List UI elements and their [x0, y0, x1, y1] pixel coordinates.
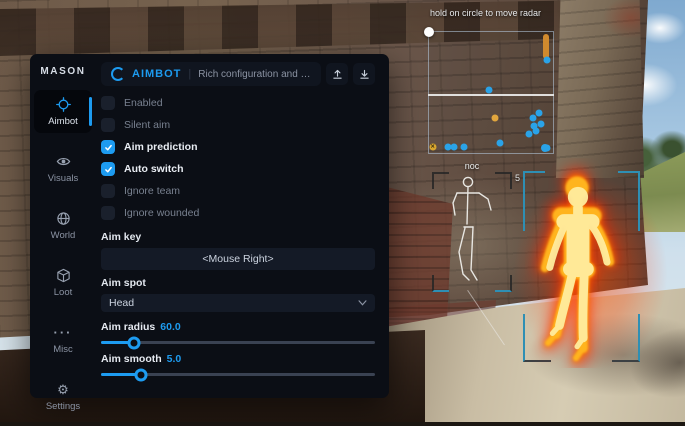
- checkbox[interactable]: [101, 184, 115, 198]
- eye-icon: [56, 154, 71, 169]
- slider-group: Aim smooth 5.0: [101, 353, 375, 376]
- import-config-button[interactable]: [353, 63, 375, 85]
- slider-value: 5.0: [167, 353, 182, 365]
- skeleton-esp-box: noc 5: [432, 172, 512, 292]
- checkmark-icon: [104, 143, 113, 152]
- crate-icon: [56, 268, 71, 283]
- checkbox-label: Ignore wounded: [124, 207, 199, 219]
- checkmark-icon: [104, 165, 113, 174]
- page-title: AIMBOT: [132, 68, 181, 80]
- sidebar-item-visuals[interactable]: Visuals: [34, 147, 92, 190]
- sidebar: MASON Aimbot Visuals World Loot ··· Misc…: [30, 54, 96, 398]
- download-icon: [358, 68, 371, 81]
- crosshair-icon: [56, 97, 71, 112]
- page-header: AIMBOT | Rich configuration and fine-tun…: [101, 62, 375, 86]
- aim-spot-value: Head: [109, 297, 134, 309]
- gear-icon: ⚙: [57, 383, 69, 396]
- header-pill: AIMBOT | Rich configuration and fine-tun…: [101, 62, 321, 86]
- slider-handle[interactable]: [127, 336, 140, 349]
- checkbox-row[interactable]: Silent aim: [101, 118, 375, 132]
- checkbox-row[interactable]: Ignore team: [101, 184, 375, 198]
- slider-track[interactable]: [101, 341, 375, 344]
- radar: ×: [428, 31, 554, 154]
- spinner-icon: [111, 67, 125, 81]
- glowing-player-model: [525, 158, 645, 368]
- checkbox-row[interactable]: Aim prediction: [101, 140, 375, 154]
- sidebar-item-label: Aimbot: [48, 116, 78, 127]
- aimbot-page: AIMBOT | Rich configuration and fine-tun…: [96, 54, 389, 398]
- sidebar-item-settings[interactable]: ⚙ Settings: [34, 375, 92, 418]
- cheat-menu-panel: MASON Aimbot Visuals World Loot ··· Misc…: [30, 54, 389, 398]
- ellipsis-icon: ···: [54, 326, 73, 339]
- chevron-down-icon: [358, 300, 367, 306]
- radar-dot-blue: [530, 114, 537, 121]
- sidebar-item-label: Settings: [46, 401, 80, 412]
- esp-head-dot: [541, 144, 549, 152]
- aim-key-label: Aim key: [101, 231, 375, 243]
- aim-spot-select[interactable]: Head: [101, 294, 375, 312]
- slider-list: Aim radius 60.0 Aim smooth 5.0: [101, 312, 375, 376]
- checkbox-row[interactable]: Enabled: [101, 96, 375, 110]
- globe-icon: [56, 211, 71, 226]
- esp-player-name: noc: [432, 161, 512, 171]
- radar-dot-blue: [485, 87, 492, 94]
- brand-name: MASON: [40, 66, 85, 77]
- radar-dot-blue: [532, 128, 539, 135]
- sidebar-item-label: Visuals: [48, 173, 78, 184]
- sidebar-item-misc[interactable]: ··· Misc: [34, 318, 92, 361]
- game-scene: hold on circle to move radar × noc 5: [0, 0, 685, 422]
- checkbox-row[interactable]: Auto switch: [101, 162, 375, 176]
- upload-icon: [331, 68, 344, 81]
- radar-hint: hold on circle to move radar: [430, 8, 541, 18]
- radar-dot-orange: [491, 114, 498, 121]
- radar-dot-blue: [460, 143, 467, 150]
- checkbox[interactable]: [101, 96, 115, 110]
- checkbox[interactable]: [101, 140, 115, 154]
- slider-label: Aim smooth: [101, 353, 162, 365]
- checkbox-label: Aim prediction: [124, 141, 198, 153]
- slider-track[interactable]: [101, 373, 375, 376]
- sidebar-nav: Aimbot Visuals World Loot ··· Misc ⚙ Set…: [30, 90, 96, 418]
- slider-label: Aim radius: [101, 321, 155, 333]
- esp-distance: 5: [515, 173, 520, 183]
- checkbox-label: Ignore team: [124, 185, 180, 197]
- checkbox-label: Silent aim: [124, 119, 170, 131]
- checkbox-label: Enabled: [124, 97, 163, 109]
- checkbox-list: Enabled Silent aim Aim prediction Auto s…: [101, 96, 375, 220]
- export-config-button[interactable]: [326, 63, 348, 85]
- divider: |: [188, 68, 191, 80]
- page-subtitle: Rich configuration and fine-tuning: [198, 69, 311, 80]
- sidebar-item-aimbot[interactable]: Aimbot: [34, 90, 92, 133]
- skeleton-bones: [432, 172, 512, 292]
- sidebar-item-world[interactable]: World: [34, 204, 92, 247]
- sidebar-item-label: Loot: [54, 287, 73, 298]
- aim-key-button[interactable]: <Mouse Right>: [101, 248, 375, 270]
- radar-dot-blue: [496, 140, 503, 147]
- checkbox-row[interactable]: Ignore wounded: [101, 206, 375, 220]
- radar-dot-blue: [537, 120, 544, 127]
- aim-spot-label: Aim spot: [101, 277, 375, 289]
- radar-horizon-line: [428, 94, 554, 96]
- checkbox-label: Auto switch: [124, 163, 184, 175]
- radar-dot-blue: [450, 143, 457, 150]
- sidebar-item-label: World: [51, 230, 76, 241]
- radar-dot-blue: [536, 110, 543, 117]
- slider-value: 60.0: [160, 321, 180, 333]
- checkbox[interactable]: [101, 118, 115, 132]
- slider-handle[interactable]: [134, 368, 147, 381]
- radar-drag-handle[interactable]: [424, 27, 434, 37]
- sidebar-item-label: Misc: [53, 344, 73, 355]
- slider-group: Aim radius 60.0: [101, 321, 375, 344]
- sidebar-item-loot[interactable]: Loot: [34, 261, 92, 304]
- checkbox[interactable]: [101, 206, 115, 220]
- radar-dot-orange-x: ×: [429, 143, 436, 150]
- radar-dot-blue: [543, 56, 550, 63]
- checkbox[interactable]: [101, 162, 115, 176]
